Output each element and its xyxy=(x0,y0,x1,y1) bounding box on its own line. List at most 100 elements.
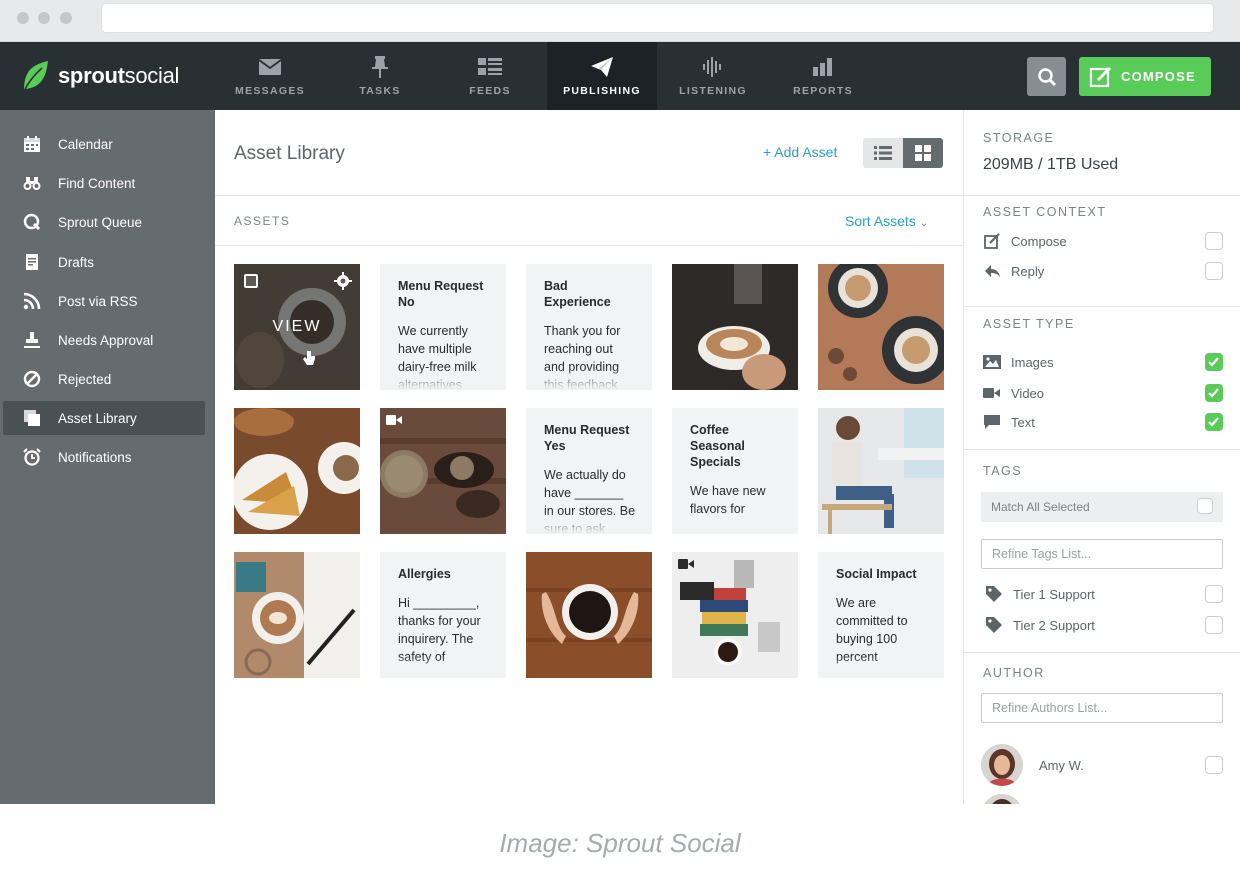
list-view-button[interactable] xyxy=(863,138,903,168)
nav-tasks[interactable]: TASKS xyxy=(325,42,435,110)
url-bar[interactable] xyxy=(101,3,1214,33)
nav-reports[interactable]: REPORTS xyxy=(768,42,878,110)
main-header: Asset Library + Add Asset xyxy=(215,110,963,196)
brand-logo[interactable]: sproutsocial xyxy=(20,58,179,94)
asset-tile-image[interactable] xyxy=(234,408,360,534)
tag-row[interactable]: Tier 2 Support xyxy=(985,614,1223,636)
video-checkbox[interactable] xyxy=(1205,384,1223,402)
match-all-selected-toggle[interactable]: Match All Selected xyxy=(981,492,1223,522)
nav-publishing[interactable]: PUBLISHING xyxy=(547,42,657,110)
speech-bubble-icon xyxy=(984,415,1000,429)
video-icon xyxy=(983,388,1000,398)
images-checkbox[interactable] xyxy=(1205,353,1223,371)
sidebar-item-find-content[interactable]: Find Content xyxy=(3,166,205,200)
sidebar-item-notifications[interactable]: Notifications xyxy=(3,440,205,474)
context-reply-row[interactable]: Reply xyxy=(983,260,1223,282)
alarm-clock-icon xyxy=(23,448,41,466)
latte-pour-image xyxy=(672,264,798,390)
asset-tile-video[interactable] xyxy=(380,408,506,534)
sidebar-item-asset-library[interactable]: Asset Library xyxy=(3,401,205,435)
view-label[interactable]: VIEW xyxy=(234,318,360,336)
refine-authors-input[interactable] xyxy=(981,693,1223,723)
gear-icon[interactable] xyxy=(334,272,352,290)
reply-icon xyxy=(985,265,1000,277)
compose-button[interactable]: COMPOSE xyxy=(1079,57,1211,96)
video-icon xyxy=(386,415,402,425)
asset-tile-text[interactable]: Bad Experience Thank you for reaching ou… xyxy=(526,264,652,390)
asset-tile-video[interactable] xyxy=(672,552,798,678)
type-text-row[interactable]: Text xyxy=(983,411,1223,433)
tag-checkbox[interactable] xyxy=(1205,616,1223,634)
reply-checkbox[interactable] xyxy=(1205,262,1223,280)
checkmark-icon xyxy=(1208,417,1219,427)
asset-tile-image[interactable] xyxy=(526,552,652,678)
author-row[interactable]: Amy W. xyxy=(1039,754,1223,776)
paper-plane-icon xyxy=(591,57,613,77)
sidebar-item-post-via-rss[interactable]: Post via RSS xyxy=(3,284,205,318)
checkmark-icon xyxy=(1208,357,1219,367)
asset-tile-text[interactable]: Social Impact We are committed to buying… xyxy=(818,552,944,678)
calendar-icon xyxy=(24,136,40,152)
nav-listening[interactable]: LISTENING xyxy=(658,42,768,110)
asset-tile-text[interactable]: Menu Request Yes We actually do have ___… xyxy=(526,408,652,534)
compose-checkbox[interactable] xyxy=(1205,232,1223,250)
search-button[interactable] xyxy=(1027,57,1066,96)
type-video-row[interactable]: Video xyxy=(983,382,1223,404)
asset-tile-text[interactable]: Coffee Seasonal Specials We have new fla… xyxy=(672,408,798,534)
avatar xyxy=(981,744,1023,786)
sidebar-item-needs-approval[interactable]: Needs Approval xyxy=(3,323,205,357)
type-images-row[interactable]: Images xyxy=(983,351,1223,373)
list-icon xyxy=(478,58,502,75)
author-photo xyxy=(981,744,1023,786)
nav-feeds[interactable]: FEEDS xyxy=(435,42,545,110)
pin-icon xyxy=(372,56,388,78)
sidebar-item-calendar[interactable]: Calendar xyxy=(3,127,205,161)
chevron-down-icon: ⌄ xyxy=(919,218,929,229)
browser-chrome xyxy=(0,0,1240,42)
assets-bar: ASSETS Sort Assets ⌄ xyxy=(215,196,963,246)
sidebar-item-rejected[interactable]: Rejected xyxy=(3,362,205,396)
stamp-icon xyxy=(24,332,40,348)
tag-checkbox[interactable] xyxy=(1205,585,1223,603)
grid-view-button[interactable] xyxy=(903,138,943,168)
asset-tile-image[interactable] xyxy=(818,408,944,534)
sidebar: Calendar Find Content Sprout Queue Draft… xyxy=(0,110,215,804)
latte-notebook-image xyxy=(234,552,360,678)
author-checkbox[interactable] xyxy=(1205,756,1223,774)
match-all-checkbox[interactable] xyxy=(1197,498,1213,514)
books-cups-image xyxy=(672,552,798,678)
main-content: Asset Library + Add Asset ASSETS Sort As… xyxy=(215,110,963,804)
block-icon xyxy=(23,370,41,388)
asset-type-section: ASSET TYPE Images Video Text xyxy=(964,307,1240,450)
text-checkbox[interactable] xyxy=(1205,413,1223,431)
sound-wave-icon xyxy=(703,57,721,77)
window-close-dot[interactable] xyxy=(17,12,29,24)
person-reading-image xyxy=(818,408,944,534)
sidebar-item-sprout-queue[interactable]: Sprout Queue xyxy=(3,205,205,239)
page-title: Asset Library xyxy=(234,143,345,164)
storage-section: STORAGE 209MB / 1TB Used xyxy=(964,110,1240,196)
sort-assets-dropdown[interactable]: Sort Assets ⌄ xyxy=(845,213,928,229)
select-checkbox[interactable] xyxy=(244,274,258,288)
asset-tile-text[interactable]: Menu Request No We currently have multip… xyxy=(380,264,506,390)
window-minimize-dot[interactable] xyxy=(38,12,50,24)
asset-tile-image[interactable] xyxy=(818,264,944,390)
nav-messages[interactable]: MESSAGES xyxy=(215,42,325,110)
context-compose-row[interactable]: Compose xyxy=(983,230,1223,252)
asset-tile-text[interactable]: Allergies Hi _________, thanks for your … xyxy=(380,552,506,678)
envelope-icon xyxy=(258,59,282,75)
add-asset-link[interactable]: + Add Asset xyxy=(763,144,837,160)
asset-tile-image[interactable] xyxy=(672,264,798,390)
sidebar-item-drafts[interactable]: Drafts xyxy=(3,245,205,279)
top-nav: sproutsocial MESSAGES TASKS FEEDS PUBLIS… xyxy=(0,42,1240,110)
asset-context-section: ASSET CONTEXT Compose Reply xyxy=(964,196,1240,307)
window-maximize-dot[interactable] xyxy=(60,12,72,24)
refine-tags-input[interactable] xyxy=(981,539,1223,569)
asset-tile-image[interactable] xyxy=(234,552,360,678)
image-icon xyxy=(983,355,1001,369)
tag-row[interactable]: Tier 1 Support xyxy=(985,583,1223,605)
compose-icon xyxy=(1089,66,1112,87)
author-section: AUTHOR Amy W. xyxy=(964,653,1240,804)
binoculars-icon xyxy=(23,177,41,190)
asset-tile-image[interactable]: VIEW xyxy=(234,264,360,390)
